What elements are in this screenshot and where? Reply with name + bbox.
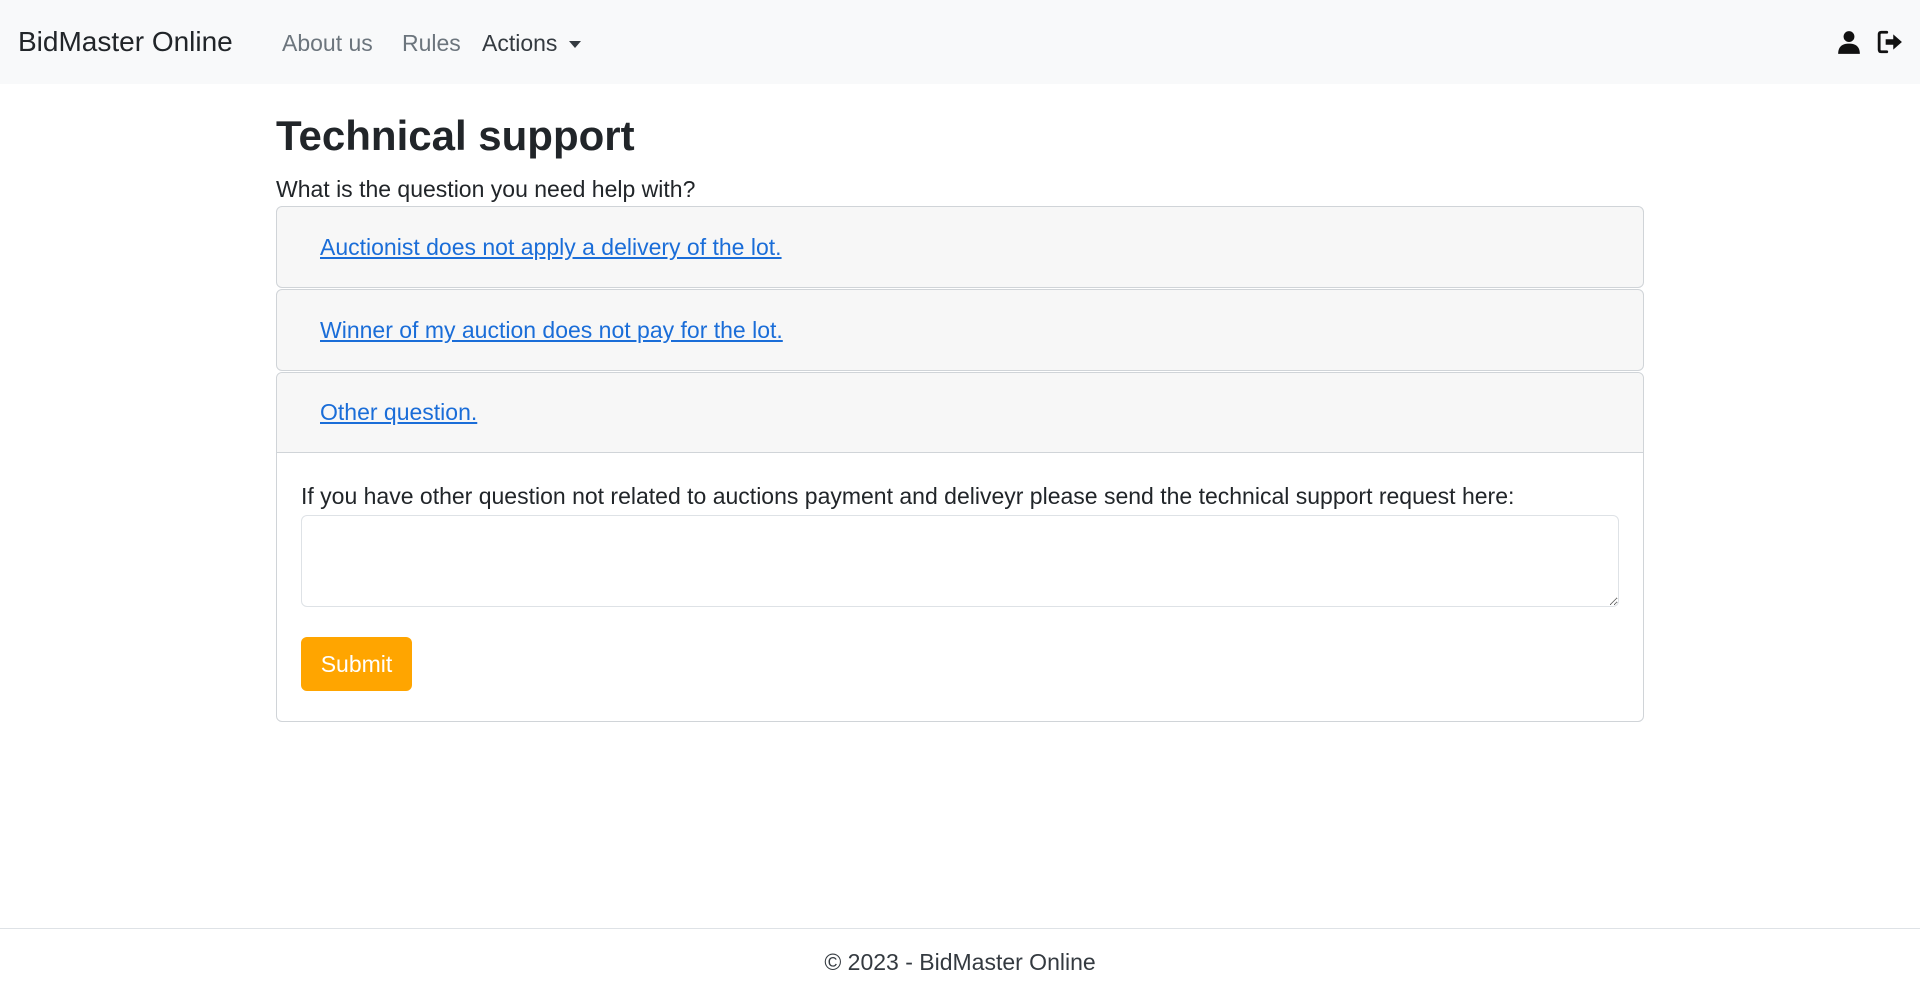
- page-title: Technical support: [276, 112, 635, 159]
- logout-icon[interactable]: [1877, 29, 1903, 55]
- accordion-header[interactable]: Auctionist does not apply a delivery of …: [277, 207, 1643, 287]
- accordion-item-payment: Winner of my auction does not pay for th…: [276, 289, 1644, 371]
- accordion-link-payment[interactable]: Winner of my auction does not pay for th…: [320, 317, 783, 344]
- accordion-item-delivery: Auctionist does not apply a delivery of …: [276, 206, 1644, 288]
- top-navbar: BidMaster Online About us Rules Actions: [0, 0, 1920, 84]
- submit-button[interactable]: Submit: [301, 637, 412, 691]
- nav-actions-label: Actions: [482, 30, 558, 56]
- user-icon[interactable]: [1836, 29, 1862, 55]
- nav-about-us[interactable]: About us: [282, 28, 373, 58]
- accordion-header[interactable]: Winner of my auction does not pay for th…: [277, 290, 1643, 370]
- nav-actions-dropdown[interactable]: Actions: [482, 28, 582, 58]
- accordion-link-other[interactable]: Other question.: [320, 399, 477, 426]
- accordion-header[interactable]: Other question.: [277, 373, 1643, 453]
- other-question-description: If you have other question not related t…: [301, 483, 1515, 509]
- footer: © 2023 - BidMaster Online: [0, 928, 1920, 994]
- accordion-item-other: Other question. If you have other questi…: [276, 372, 1644, 722]
- support-request-textarea[interactable]: [301, 515, 1619, 607]
- chevron-down-icon: [569, 40, 582, 48]
- nav-rules[interactable]: Rules: [402, 28, 461, 58]
- question-prompt: What is the question you need help with?: [276, 176, 696, 202]
- brand-link[interactable]: BidMaster Online: [18, 24, 233, 60]
- accordion-link-delivery[interactable]: Auctionist does not apply a delivery of …: [320, 234, 782, 261]
- footer-copyright: © 2023 - BidMaster Online: [824, 949, 1096, 975]
